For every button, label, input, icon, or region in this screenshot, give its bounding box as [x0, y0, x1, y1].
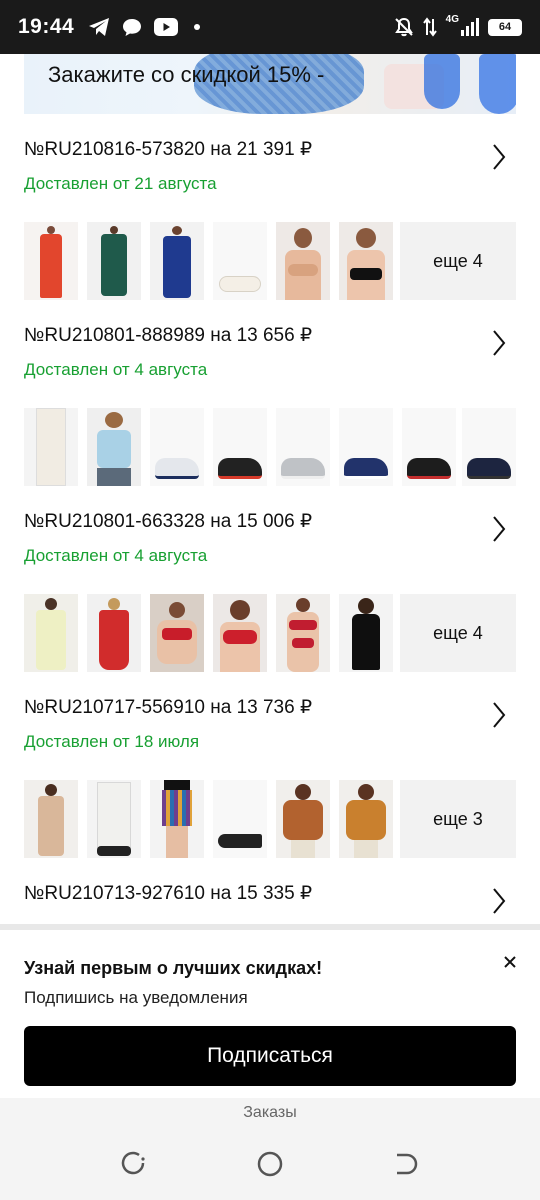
product-thumbnail[interactable]	[150, 408, 204, 486]
order-status: Доставлен от 21 августа	[24, 174, 217, 193]
order-items: еще 3	[24, 780, 516, 858]
more-items-button[interactable]: еще 4	[400, 594, 516, 672]
product-thumbnail[interactable]	[150, 222, 204, 300]
order-title: №RU210816-573820 на 21 391 ₽	[24, 139, 313, 160]
more-items-label: еще 3	[433, 808, 483, 829]
product-thumbnail[interactable]	[24, 594, 78, 672]
order-status: Доставлен от 4 августа	[24, 360, 208, 379]
order-card[interactable]: №RU210717-556910 на 13 736 ₽ Доставлен о…	[24, 696, 516, 858]
chevron-right-icon[interactable]	[490, 514, 508, 544]
product-thumbnail[interactable]	[87, 408, 141, 486]
product-thumbnail[interactable]	[339, 408, 393, 486]
product-thumbnail[interactable]	[213, 780, 267, 858]
close-icon[interactable]	[500, 952, 520, 972]
battery-level: 64	[498, 21, 512, 33]
order-status: Доставлен от 18 июля	[24, 732, 200, 751]
telegram-icon	[89, 18, 110, 36]
order-status: Доставлен от 4 августа	[24, 546, 208, 565]
banner-flask-image	[424, 54, 460, 109]
battery-icon: 64	[488, 18, 522, 36]
signal-icon: 4G	[446, 14, 479, 36]
data-arrows-icon	[422, 17, 437, 37]
notification-dot-icon	[194, 24, 201, 30]
back-icon[interactable]	[391, 1150, 419, 1178]
recent-apps-icon[interactable]	[121, 1150, 149, 1178]
product-thumbnail[interactable]	[213, 594, 267, 672]
status-time: 19:44	[18, 15, 75, 38]
product-thumbnail[interactable]	[276, 780, 330, 858]
promo-banner[interactable]: Закажите со скидкой 15% -	[24, 54, 516, 114]
product-thumbnail[interactable]	[276, 222, 330, 300]
subscribe-button-label: Подписаться	[207, 1044, 333, 1067]
product-thumbnail[interactable]	[24, 780, 78, 858]
chat-icon	[123, 19, 142, 36]
product-thumbnail[interactable]	[87, 594, 141, 672]
product-thumbnail[interactable]	[213, 408, 267, 486]
chevron-right-icon[interactable]	[490, 700, 508, 730]
product-thumbnail[interactable]	[339, 594, 393, 672]
chevron-right-icon[interactable]	[490, 328, 508, 358]
order-title: №RU210801-663328 на 15 006 ₽	[24, 511, 313, 532]
bottom-bar: Заказы	[0, 1098, 540, 1200]
order-items	[24, 408, 516, 486]
network-label: 4G	[445, 14, 459, 25]
order-card[interactable]: №RU210801-888989 на 13 656 ₽ Доставлен о…	[24, 324, 516, 486]
popup-subtitle: Подпишись на уведомления	[24, 988, 248, 1007]
order-card[interactable]: №RU210816-573820 на 21 391 ₽ Доставлен о…	[24, 138, 516, 300]
bell-off-icon	[394, 17, 413, 37]
banner-flask-image	[479, 54, 516, 114]
order-items: еще 4	[24, 222, 516, 300]
order-title: №RU210717-556910 на 13 736 ₽	[24, 697, 313, 718]
popup-title: Узнай первым о лучших скидках!	[24, 958, 323, 978]
product-thumbnail[interactable]	[402, 408, 456, 486]
product-thumbnail[interactable]	[24, 408, 78, 486]
order-title: №RU210801-888989 на 13 656 ₽	[24, 325, 313, 346]
product-thumbnail[interactable]	[276, 594, 330, 672]
product-thumbnail[interactable]	[24, 222, 78, 300]
subscribe-button[interactable]: Подписаться	[24, 1026, 516, 1086]
product-thumbnail[interactable]	[150, 780, 204, 858]
order-card[interactable]: №RU210713-927610 на 15 335 ₽	[24, 882, 516, 922]
product-thumbnail[interactable]	[150, 594, 204, 672]
chevron-right-icon[interactable]	[490, 142, 508, 172]
banner-text: Закажите со скидкой 15% -	[48, 62, 325, 87]
home-icon[interactable]	[256, 1150, 284, 1178]
product-thumbnail[interactable]	[87, 222, 141, 300]
order-title: №RU210713-927610 на 15 335 ₽	[24, 883, 313, 904]
order-items: еще 4	[24, 594, 516, 672]
subscribe-popup: Узнай первым о лучших скидках! Подпишись…	[0, 930, 540, 1098]
product-thumbnail[interactable]	[339, 780, 393, 858]
order-card[interactable]: №RU210801-663328 на 15 006 ₽ Доставлен о…	[24, 510, 516, 672]
screen-label: Заказы	[243, 1104, 297, 1121]
product-thumbnail[interactable]	[339, 222, 393, 300]
product-thumbnail[interactable]	[87, 780, 141, 858]
product-thumbnail[interactable]	[462, 408, 516, 486]
status-bar: 19:44 4G 64	[0, 0, 540, 54]
more-items-label: еще 4	[433, 622, 483, 643]
more-items-button[interactable]: еще 4	[400, 222, 516, 300]
more-items-button[interactable]: еще 3	[400, 780, 516, 858]
product-thumbnail[interactable]	[213, 222, 267, 300]
youtube-icon	[154, 18, 179, 36]
product-thumbnail[interactable]	[276, 408, 330, 486]
more-items-label: еще 4	[433, 250, 483, 271]
chevron-right-icon[interactable]	[490, 886, 508, 916]
